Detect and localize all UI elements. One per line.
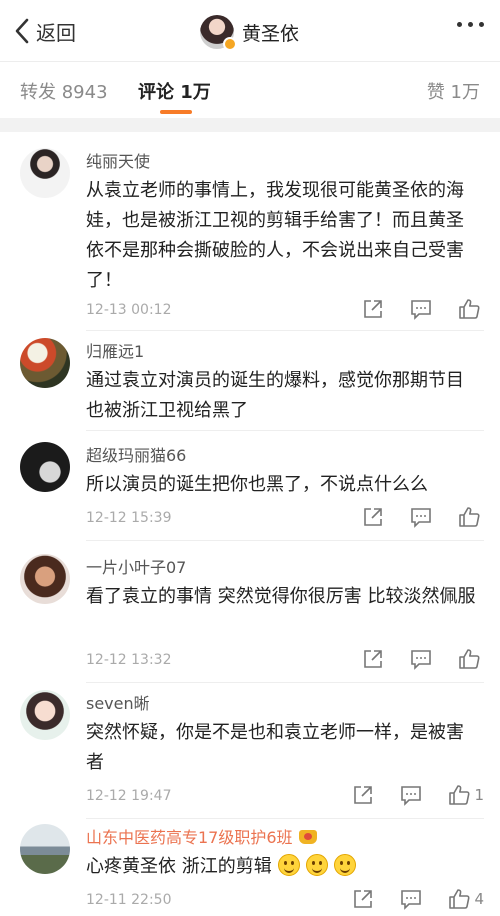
share-icon [364,300,382,318]
reply-button[interactable] [410,648,432,670]
page-title: 黄圣依 [242,22,300,45]
avatar[interactable] [20,338,70,388]
smile-emoji-icon [333,854,356,876]
repost-button[interactable] [352,784,374,806]
tab-bar: 转发 8943 评论 1万 赞 1万 [0,62,500,118]
back-button[interactable]: 返回 [14,14,76,48]
comment-text: 看了袁立的事情 突然觉得你很厉害 比较淡然佩服 [86,586,476,607]
repost-button[interactable] [352,888,374,910]
profile-header[interactable]: 黄圣依 [200,12,299,52]
comment-username[interactable]: 超级玛丽猫66 [86,442,186,466]
like-count: 4 [474,890,484,908]
comment-username[interactable]: seven晰 [86,690,150,714]
comment-text: 从袁立老师的事情上，我发现很可能黄圣依的海娃，也是被浙江卫视的剪辑手给害了！而且… [86,180,464,291]
repost-button[interactable] [362,648,384,670]
comment-time: 12-11 22:50 [86,892,172,908]
share-icon [364,650,382,668]
more-menu-button[interactable] [457,22,484,27]
like-button[interactable]: 1 [448,784,484,806]
reply-button[interactable] [410,298,432,320]
reply-button[interactable] [410,506,432,528]
avatar[interactable] [20,148,70,198]
nav-bar: 返回 黄圣依 [0,0,500,62]
comment-icon [411,650,431,670]
comment-actions [336,506,484,528]
comment-icon [401,786,422,806]
comment-text-content: 心疼黄圣依 浙江的剪辑 [86,856,272,877]
divider [86,540,484,541]
comment-username[interactable]: 纯丽天使 [86,148,150,172]
comment-username[interactable]: 一片小叶子07 [86,554,186,578]
comment-icon [411,300,431,320]
repost-button[interactable] [362,506,384,528]
like-count: 1 [474,786,484,804]
comment-time: 12-12 19:47 [86,788,172,804]
like-button[interactable]: 4 [448,888,484,910]
vip-username: 山东中医药高专17级职护6班 [86,828,293,847]
thumbs-up-icon [449,785,471,805]
divider [86,682,484,683]
chevron-left-icon [15,18,29,44]
comment-icon [411,508,431,528]
comment-text: 突然怀疑，你是不是也和袁立老师一样，是被害者 [86,722,464,773]
reply-button[interactable] [400,888,422,910]
avatar[interactable] [200,15,237,51]
repost-button[interactable] [362,298,384,320]
divider [86,818,484,819]
reply-button[interactable] [400,784,422,806]
share-icon [364,508,382,526]
share-icon [354,890,373,908]
tab-like[interactable]: 赞 1万 [427,78,480,104]
comment-actions [336,648,484,670]
tab-comment[interactable]: 评论 1万 [138,78,211,104]
comment-actions [336,298,484,320]
comment-time: 12-12 15:39 [86,510,172,526]
comment-actions: 4 [326,888,484,910]
avatar[interactable] [20,442,70,492]
comment-time: 12-12 13:32 [86,652,172,668]
thumbs-up-icon [459,649,480,669]
smile-emoji-icon [305,854,328,876]
thumbs-up-icon [459,299,480,319]
dot-icon [479,22,484,27]
tab-repost[interactable]: 转发 8943 [20,78,108,104]
crown-badge-icon [298,830,317,844]
verified-badge-icon [223,37,237,51]
share-icon [354,786,373,804]
comment-text: 心疼黄圣依 浙江的剪辑 [86,852,478,882]
comment-icon [401,890,422,910]
divider [86,430,484,431]
divider [86,330,484,331]
like-button[interactable] [458,648,484,670]
comment-actions: 1 [326,784,484,806]
dot-icon [457,22,462,27]
smile-emoji-icon [277,854,300,876]
comment-text: 通过袁立对演员的诞生的爆料，感觉你那期节目也被浙江卫视给黑了 [86,370,464,421]
comment-username[interactable]: 归雁远1 [86,338,144,362]
comment-username[interactable]: 山东中医药高专17级职护6班 [86,824,317,848]
active-tab-indicator [160,110,192,114]
like-button[interactable] [458,298,484,320]
section-divider [0,118,500,132]
dot-icon [468,22,473,27]
thumbs-up-icon [449,889,471,909]
like-button[interactable] [458,506,484,528]
avatar[interactable] [20,554,70,604]
back-label: 返回 [36,20,76,45]
comment-time: 12-13 00:12 [86,302,172,318]
avatar[interactable] [20,690,70,740]
comment-text: 所以演员的诞生把你也黑了，不说点什么么 [86,474,428,495]
avatar[interactable] [20,824,70,874]
thumbs-up-icon [459,507,480,527]
